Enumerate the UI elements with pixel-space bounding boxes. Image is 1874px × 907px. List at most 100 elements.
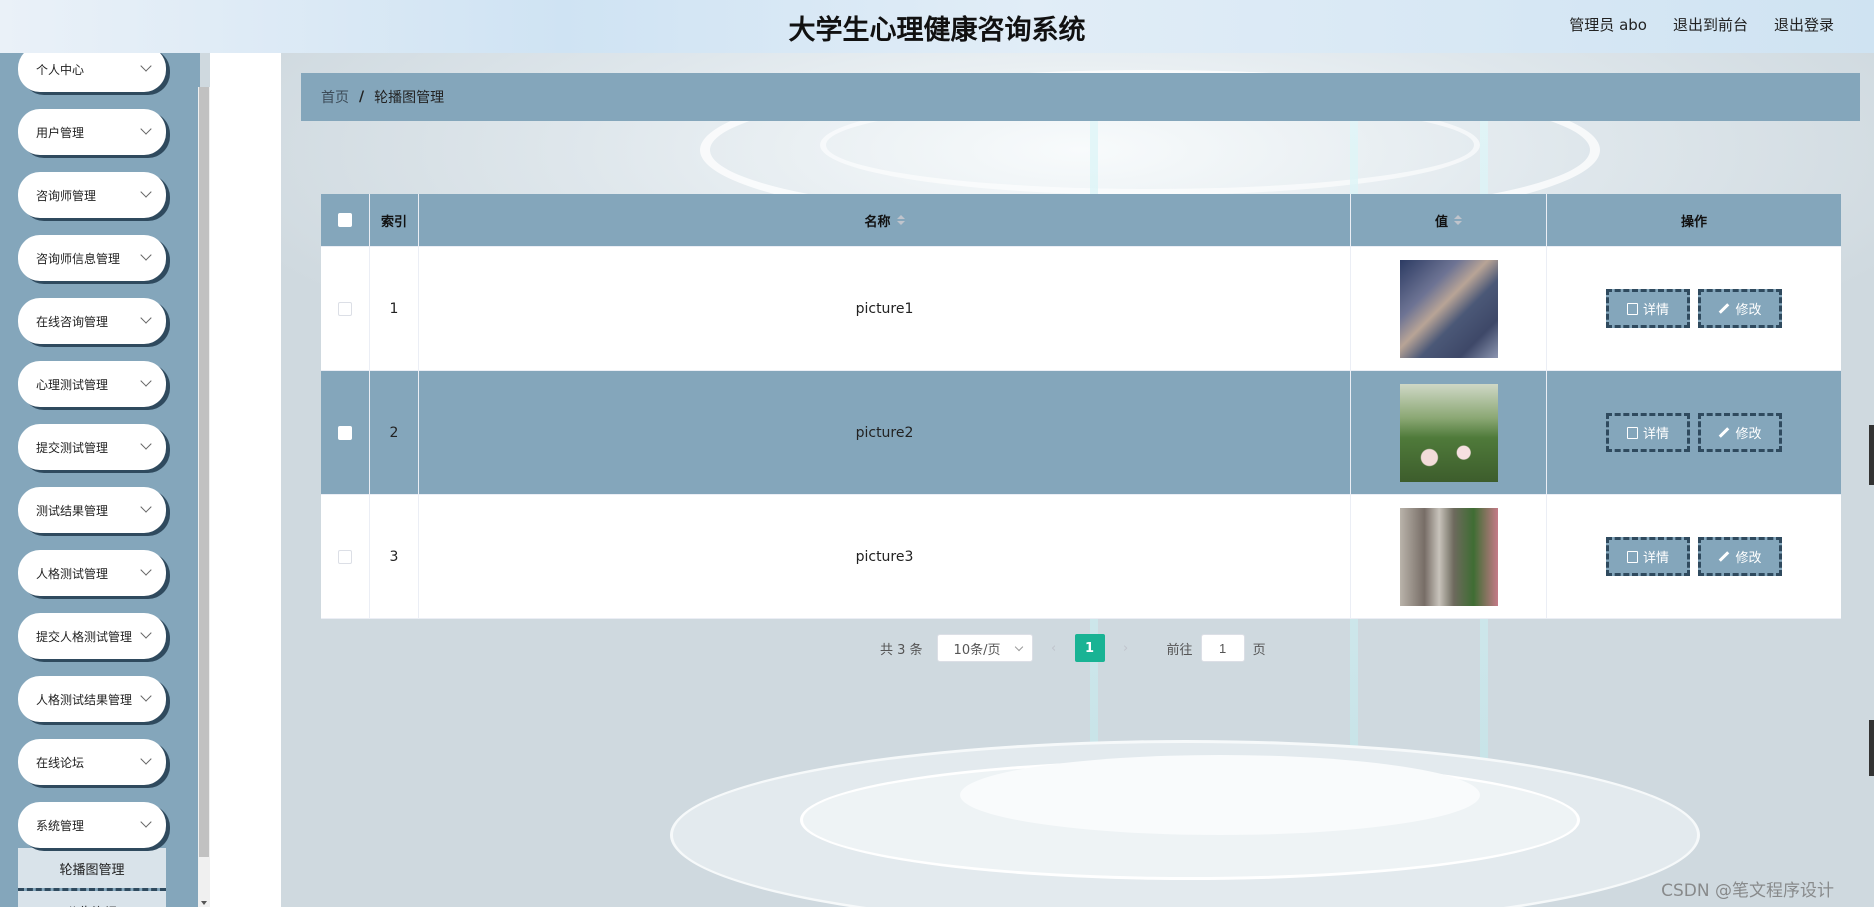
header-select-cell: [321, 194, 370, 246]
row-checkbox[interactable]: [338, 549, 352, 564]
button-label: 详情: [1642, 303, 1669, 318]
pencil-icon: [1719, 303, 1730, 314]
page-size-select[interactable]: 10条/页: [936, 634, 1033, 662]
select-all-checkbox[interactable]: [338, 213, 352, 227]
breadcrumb-home[interactable]: 首页: [321, 87, 349, 107]
carousel-thumbnail[interactable]: [1399, 383, 1498, 482]
column-header-value[interactable]: 值: [1351, 194, 1547, 246]
pencil-icon: [1719, 427, 1730, 438]
logout-link[interactable]: 退出登录: [1774, 14, 1834, 35]
carousel-thumbnail[interactable]: [1399, 507, 1498, 606]
sidebar-item-label: 在线咨询管理: [36, 314, 109, 329]
sidebar-item-psych-test[interactable]: 心理测试管理: [18, 361, 166, 407]
chevron-down-icon: [140, 753, 152, 765]
table-header-row: 索引 名称 值 操作: [321, 194, 1841, 247]
sidebar-item-personality-test[interactable]: 人格测试管理: [18, 550, 166, 596]
row-actions: 详情 修改: [1547, 247, 1841, 370]
row-name: picture2: [419, 371, 1351, 494]
carousel-table: 索引 名称 值 操作 1 picture1 详情 修改 2 picture2 详…: [321, 194, 1841, 619]
admin-user-label: 管理员 abo: [1569, 16, 1647, 34]
table-row[interactable]: 2 picture2 详情 修改: [321, 371, 1841, 495]
sidebar-item-label: 心理测试管理: [36, 377, 109, 392]
column-header-label: 名称: [864, 214, 891, 230]
sidebar-scrollbar[interactable]: [198, 87, 210, 907]
detail-button[interactable]: 详情: [1606, 537, 1690, 576]
page-suffix-label: 页: [1252, 642, 1266, 658]
right-edge-tab[interactable]: [1869, 720, 1874, 776]
chevron-down-icon: [1014, 642, 1023, 652]
sidebar-item-label: 用户管理: [36, 125, 85, 140]
sidebar-item-submitted-test[interactable]: 提交测试管理: [18, 424, 166, 470]
sidebar-item-test-results[interactable]: 测试结果管理: [18, 487, 166, 533]
sidebar-item-forum[interactable]: 在线论坛: [18, 739, 166, 785]
sidebar-item-online-consult[interactable]: 在线咨询管理: [18, 298, 166, 344]
sidebar-subitem-carousel[interactable]: 轮播图管理: [18, 848, 166, 888]
table-row[interactable]: 3 picture3 详情 修改: [321, 495, 1841, 619]
prev-page-icon[interactable]: ‹: [1039, 641, 1069, 656]
chevron-down-icon: [140, 186, 152, 198]
sidebar-item-label: 测试结果管理: [36, 503, 109, 518]
scroll-down-arrow-icon[interactable]: [201, 901, 207, 905]
header-actions: 管理员 abo 退出到前台 退出登录: [1569, 14, 1834, 35]
goto-page-input[interactable]: [1200, 634, 1245, 662]
column-header-index: 索引: [370, 194, 419, 246]
edit-button[interactable]: 修改: [1698, 289, 1782, 328]
row-value-cell: [1351, 495, 1547, 618]
row-index: 2: [370, 371, 419, 494]
column-header-name[interactable]: 名称: [419, 194, 1351, 246]
sidebar-item-label: 咨询师管理: [36, 188, 97, 203]
button-label: 修改: [1735, 551, 1762, 566]
sidebar-item-label: 个人中心: [36, 62, 85, 77]
sidebar-item-label: 咨询师信息管理: [36, 251, 121, 266]
edit-button[interactable]: 修改: [1698, 413, 1782, 452]
row-index: 3: [370, 495, 419, 618]
button-label: 详情: [1642, 427, 1669, 442]
detail-button[interactable]: 详情: [1606, 289, 1690, 328]
pencil-icon: [1719, 551, 1730, 562]
chevron-down-icon: [140, 501, 152, 513]
row-value-cell: [1351, 371, 1547, 494]
button-label: 详情: [1642, 551, 1669, 566]
row-select-cell: [321, 247, 370, 370]
sidebar-item-personal-center[interactable]: 个人中心: [18, 53, 166, 92]
sidebar-item-label: 在线论坛: [36, 755, 85, 770]
row-select-cell: [321, 495, 370, 618]
row-checkbox[interactable]: [338, 301, 352, 316]
row-actions: 详情 修改: [1547, 495, 1841, 618]
scrollbar-thumb[interactable]: [199, 87, 209, 857]
pagination-total: 共 3 条: [880, 642, 923, 658]
sidebar-item-personality-results[interactable]: 人格测试结果管理: [18, 676, 166, 722]
carousel-thumbnail[interactable]: [1399, 259, 1498, 358]
breadcrumb-current: 轮播图管理: [374, 90, 445, 106]
chevron-down-icon: [140, 627, 152, 639]
next-page-icon[interactable]: ›: [1111, 641, 1141, 656]
row-select-cell: [321, 371, 370, 494]
sidebar-item-counselor-management[interactable]: 咨询师管理: [18, 172, 166, 218]
button-label: 修改: [1735, 427, 1762, 442]
sidebar-item-submitted-personality[interactable]: 提交人格测试管理: [18, 613, 166, 659]
chevron-down-icon: [140, 375, 152, 387]
chevron-down-icon: [140, 312, 152, 324]
page-size-value: 10条/页: [953, 642, 1001, 658]
row-index: 1: [370, 247, 419, 370]
chevron-down-icon: [140, 123, 152, 135]
sort-icon[interactable]: [896, 215, 905, 225]
chevron-down-icon: [140, 690, 152, 702]
sidebar-subitem-announcements[interactable]: 公告资讯: [18, 891, 166, 907]
detail-button[interactable]: 详情: [1606, 413, 1690, 452]
table-row[interactable]: 1 picture1 详情 修改: [321, 247, 1841, 371]
edit-button[interactable]: 修改: [1698, 537, 1782, 576]
goto-label: 前往: [1166, 642, 1193, 658]
sidebar-item-user-management[interactable]: 用户管理: [18, 109, 166, 155]
sidebar-item-label: 系统管理: [36, 818, 85, 833]
exit-to-front-link[interactable]: 退出到前台: [1673, 14, 1748, 35]
right-edge-tab[interactable]: [1869, 425, 1874, 485]
chevron-down-icon: [140, 816, 152, 828]
sort-icon[interactable]: [1454, 215, 1462, 225]
sidebar-item-label: 人格测试结果管理: [36, 692, 133, 707]
row-checkbox[interactable]: [338, 425, 352, 440]
stage-floor-top: [960, 755, 1480, 835]
page-number-current[interactable]: 1: [1074, 634, 1105, 662]
sidebar-item-system[interactable]: 系统管理: [18, 802, 166, 848]
sidebar-item-counselor-info[interactable]: 咨询师信息管理: [18, 235, 166, 281]
